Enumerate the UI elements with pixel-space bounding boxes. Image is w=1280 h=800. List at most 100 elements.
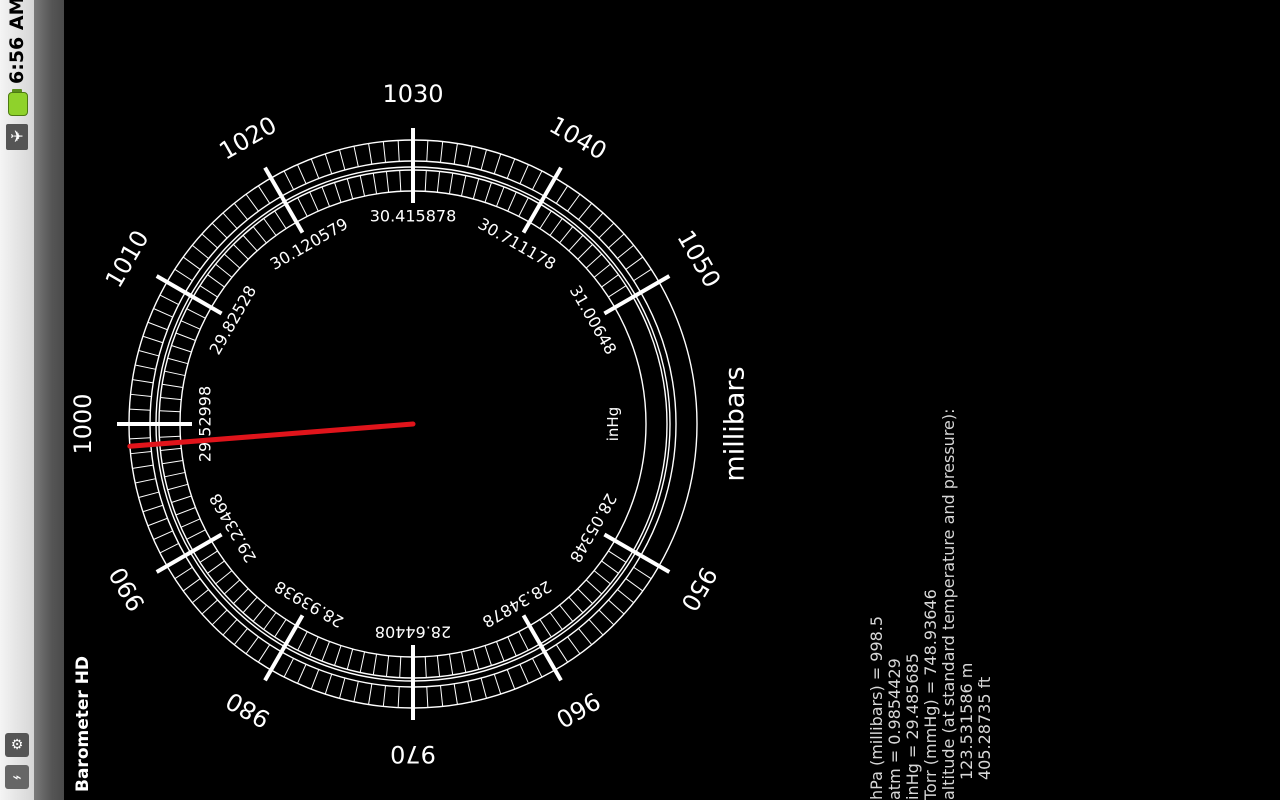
outer-scale-label: 950 (675, 562, 722, 616)
inner-minor-tick (297, 197, 308, 217)
signal-icon: ✈ (6, 124, 28, 150)
inner-minor-tick (175, 507, 196, 516)
outer-minor-tick (467, 681, 473, 702)
outer-minor-tick (493, 673, 502, 695)
outer-minor-tick (555, 185, 569, 204)
outer-minor-tick (531, 658, 543, 678)
inner-scale-label: 31.00648 (566, 282, 621, 358)
inner-minor-tick (472, 178, 480, 200)
inner-minor-tick (160, 396, 182, 401)
outer-scale-label: 1010 (100, 226, 155, 293)
readouts-panel: hPa (millibars) = 998.5 atm = 0.9854429 … (867, 408, 994, 800)
outer-minor-tick (297, 664, 307, 684)
outer-minor-tick (182, 256, 201, 270)
inner-minor-tick (215, 570, 233, 585)
barometer-gauge: 1030 1040 1050 950 960 970 980 990 1000 1010 1020 3… (69, 80, 751, 768)
outer-scale-label: 960 (551, 686, 605, 733)
outer-minor-tick (567, 636, 581, 655)
outer-minor-tick (222, 212, 238, 229)
inner-scale-label: 29.23468 (206, 490, 261, 566)
inner-minor-tick (559, 226, 574, 244)
inner-minor-tick (372, 654, 378, 675)
inner-minor-tick (568, 596, 584, 614)
outer-minor-tick (153, 308, 173, 318)
outer-scale-label: 970 (390, 740, 436, 768)
inner-minor-tick (199, 285, 218, 298)
readout-torr: Torr (mmHg) = 748.93646 (921, 589, 940, 800)
outer-minor-tick (129, 437, 151, 440)
outer-scale-label: 1030 (382, 80, 443, 108)
battery-icon (8, 92, 28, 116)
inner-minor-tick (263, 612, 277, 630)
outer-minor-tick (426, 686, 429, 708)
inner-minor-tick (460, 175, 467, 197)
inner-scale-label: 29.52998 (196, 386, 215, 462)
outer-minor-tick (467, 146, 473, 167)
outer-minor-tick (130, 393, 152, 398)
gauge-needle (127, 421, 416, 449)
outer-minor-tick (324, 153, 333, 175)
outer-minor-tick (174, 268, 193, 282)
outer-minor-tick (324, 673, 333, 695)
inner-minor-tick (160, 447, 182, 452)
inner-unit-label: inHg (604, 407, 622, 441)
inner-minor-tick (424, 656, 427, 678)
outer-minor-tick (506, 669, 516, 690)
app-title-bar: Barometer HD (34, 0, 93, 800)
inner-minor-tick (242, 596, 258, 614)
outer-minor-tick (201, 233, 218, 249)
inner-scale-label: 28.05348 (566, 490, 621, 566)
outer-minor-tick (339, 677, 346, 699)
outer-minor-tick (353, 146, 359, 167)
outer-scale-label: 1020 (215, 111, 282, 166)
outer-minor-tick (132, 464, 154, 469)
inner-minor-tick (171, 345, 192, 353)
outer-minor-tick (211, 609, 228, 626)
inner-minor-tick (460, 651, 467, 673)
inner-minor-tick (608, 550, 627, 563)
inner-minor-tick (385, 171, 390, 193)
outer-minor-tick (159, 542, 179, 554)
inner-minor-tick (175, 332, 196, 341)
outer-minor-tick (368, 683, 373, 705)
outer-minor-tick (598, 609, 615, 626)
android-debug-icon: ⚙ (5, 733, 29, 757)
outer-minor-tick (453, 143, 458, 165)
outer-minor-tick (519, 664, 529, 684)
outer-minor-tick (129, 408, 151, 411)
outer-minor-tick (578, 628, 593, 646)
inner-minor-tick (346, 648, 354, 670)
inner-minor-tick (199, 550, 218, 563)
inner-scale-label: 28.64408 (375, 623, 451, 642)
outer-minor-tick (135, 364, 156, 370)
inner-minor-tick (186, 529, 206, 540)
outer-minor-tick (339, 149, 346, 171)
outer-minor-tick (233, 628, 248, 646)
outer-minor-tick (382, 685, 387, 707)
inner-minor-tick (252, 226, 267, 244)
outer-minor-tick (397, 686, 400, 708)
outer-minor-tick (182, 578, 201, 592)
inner-minor-tick (334, 645, 342, 666)
outer-minor-tick (598, 222, 615, 239)
outer-minor-tick (257, 185, 271, 204)
outer-minor-tick (257, 644, 271, 663)
outer-minor-tick (625, 578, 644, 592)
inner-minor-tick (372, 173, 378, 194)
inner-minor-tick (507, 191, 517, 212)
outer-minor-tick (617, 244, 635, 259)
outer-minor-tick (142, 504, 164, 513)
inner-minor-tick (577, 244, 593, 260)
outer-minor-tick (578, 202, 593, 220)
inner-minor-tick (539, 619, 552, 638)
inner-minor-tick (159, 435, 181, 438)
inner-minor-tick (207, 274, 225, 288)
outer-minor-tick (132, 379, 154, 384)
outer-minor-tick (191, 589, 209, 604)
readout-atm: atm = 0.9854429 (885, 658, 904, 800)
inner-minor-tick (223, 579, 241, 595)
inner-minor-tick (448, 173, 454, 194)
outer-minor-tick (130, 450, 152, 455)
inner-minor-tick (385, 655, 390, 677)
inner-minor-tick (186, 308, 206, 319)
